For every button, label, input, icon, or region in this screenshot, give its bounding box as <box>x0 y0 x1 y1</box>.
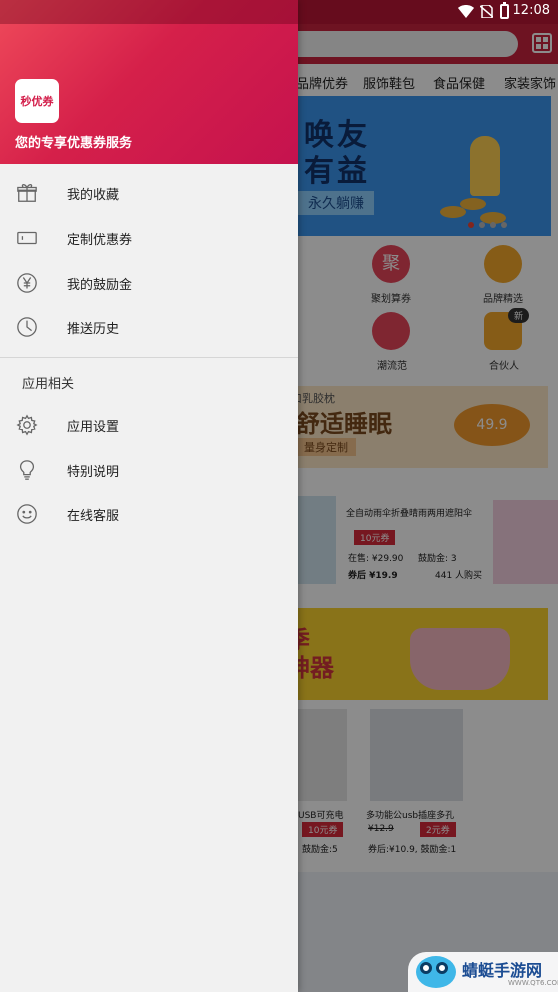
app-logo: 秒优券 <box>15 79 59 123</box>
clock-icon <box>17 317 37 337</box>
no-sim-icon <box>480 5 493 18</box>
clock-time: 12:08 <box>512 3 550 18</box>
app-logo-text: 秒优券 <box>20 95 54 108</box>
menu-item-custom-coupon[interactable]: 定制优惠券 <box>0 216 298 260</box>
wifi-icon <box>458 5 474 18</box>
menu-item-label: 特别说明 <box>67 465 120 480</box>
menu-item-label: 定制优惠券 <box>67 233 133 248</box>
menu-item-favorites[interactable]: 我的收藏 <box>0 171 298 215</box>
drawer-tagline: 您的专享优惠券服务 <box>15 136 133 151</box>
gift-icon <box>17 184 37 202</box>
menu-item-special-notes[interactable]: 特别说明 <box>0 448 298 492</box>
watermark-title: 蜻蜓手游网 <box>462 961 543 980</box>
navigation-drawer: 秒优券 您的专享优惠券服务 我的收藏 定制优惠券 我的鼓励金 推送历史 应用相关 <box>0 0 298 992</box>
lightbulb-icon <box>19 460 35 480</box>
menu-item-push-history[interactable]: 推送历史 <box>0 305 298 349</box>
menu-item-bonus[interactable]: 我的鼓励金 <box>0 261 298 305</box>
menu-item-label: 应用设置 <box>67 420 120 435</box>
watermark-logo: 蜻蜓手游网 WWW.QT6.COM <box>408 952 558 992</box>
menu-item-online-service[interactable]: 在线客服 <box>0 492 298 536</box>
drawer-divider <box>0 357 298 358</box>
status-bar: 12:08 <box>0 0 558 24</box>
menu-item-label: 在线客服 <box>67 509 120 524</box>
drawer-header: 秒优券 您的专享优惠券服务 <box>0 0 298 164</box>
watermark-url: WWW.QT6.COM <box>508 979 558 987</box>
menu-item-app-settings[interactable]: 应用设置 <box>0 403 298 447</box>
smiley-icon <box>17 504 37 524</box>
menu-item-label: 推送历史 <box>67 322 120 337</box>
menu-item-label: 我的鼓励金 <box>67 278 133 293</box>
battery-icon <box>500 2 509 19</box>
gear-icon <box>16 414 38 436</box>
section-title: 应用相关 <box>22 377 75 392</box>
ticket-icon <box>17 231 37 245</box>
yen-coin-icon <box>17 273 37 293</box>
menu-item-label: 我的收藏 <box>67 188 120 203</box>
dragonfly-mascot-icon <box>416 956 456 988</box>
